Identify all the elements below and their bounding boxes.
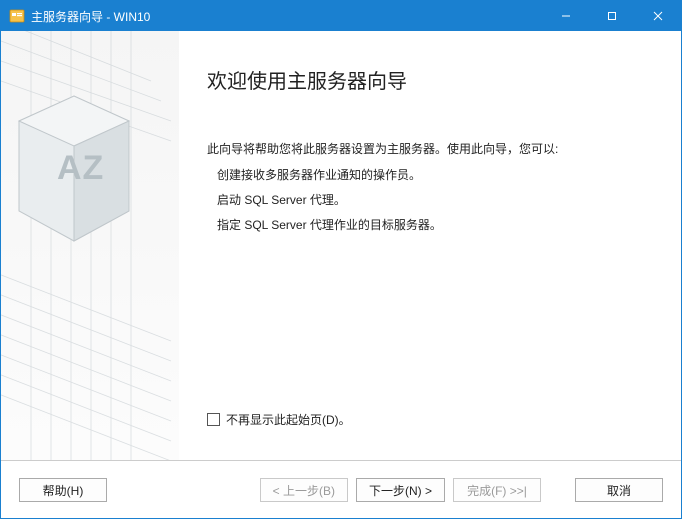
window-controls bbox=[543, 1, 681, 31]
app-icon bbox=[9, 8, 25, 24]
finish-button: 完成(F) >>| bbox=[453, 478, 541, 502]
cancel-button[interactable]: 取消 bbox=[575, 478, 663, 502]
bullet-item: 启动 SQL Server 代理。 bbox=[217, 191, 651, 210]
window-title: 主服务器向导 - WIN10 bbox=[31, 8, 543, 25]
back-button: < 上一步(B) bbox=[260, 478, 348, 502]
minimize-button[interactable] bbox=[543, 1, 589, 31]
wizard-page: 欢迎使用主服务器向导 此向导将帮助您将此服务器设置为主服务器。使用此向导，您可以… bbox=[179, 31, 681, 460]
checkbox-icon[interactable] bbox=[207, 413, 220, 426]
cube-graphic: AZ bbox=[9, 91, 139, 261]
titlebar: 主服务器向导 - WIN10 bbox=[1, 1, 681, 31]
wizard-side-graphic: AZ bbox=[1, 31, 179, 460]
maximize-button[interactable] bbox=[589, 1, 635, 31]
bullet-item: 指定 SQL Server 代理作业的目标服务器。 bbox=[217, 216, 651, 235]
az-badge: AZ bbox=[57, 149, 104, 188]
help-button[interactable]: 帮助(H) bbox=[19, 478, 107, 502]
next-button[interactable]: 下一步(N) > bbox=[356, 478, 445, 502]
content-area: AZ 欢迎使用主服务器向导 此向导将帮助您将此服务器设置为主服务器。使用此向导，… bbox=[1, 31, 681, 460]
bullet-item: 创建接收多服务器作业通知的操作员。 bbox=[217, 166, 651, 185]
page-intro: 此向导将帮助您将此服务器设置为主服务器。使用此向导，您可以: bbox=[207, 140, 651, 158]
dont-show-again-row[interactable]: 不再显示此起始页(D)。 bbox=[207, 411, 351, 428]
checkbox-label: 不再显示此起始页(D)。 bbox=[226, 411, 351, 428]
page-heading: 欢迎使用主服务器向导 bbox=[207, 65, 651, 94]
close-button[interactable] bbox=[635, 1, 681, 31]
button-bar: 帮助(H) < 上一步(B) 下一步(N) > 完成(F) >>| 取消 bbox=[1, 461, 681, 519]
